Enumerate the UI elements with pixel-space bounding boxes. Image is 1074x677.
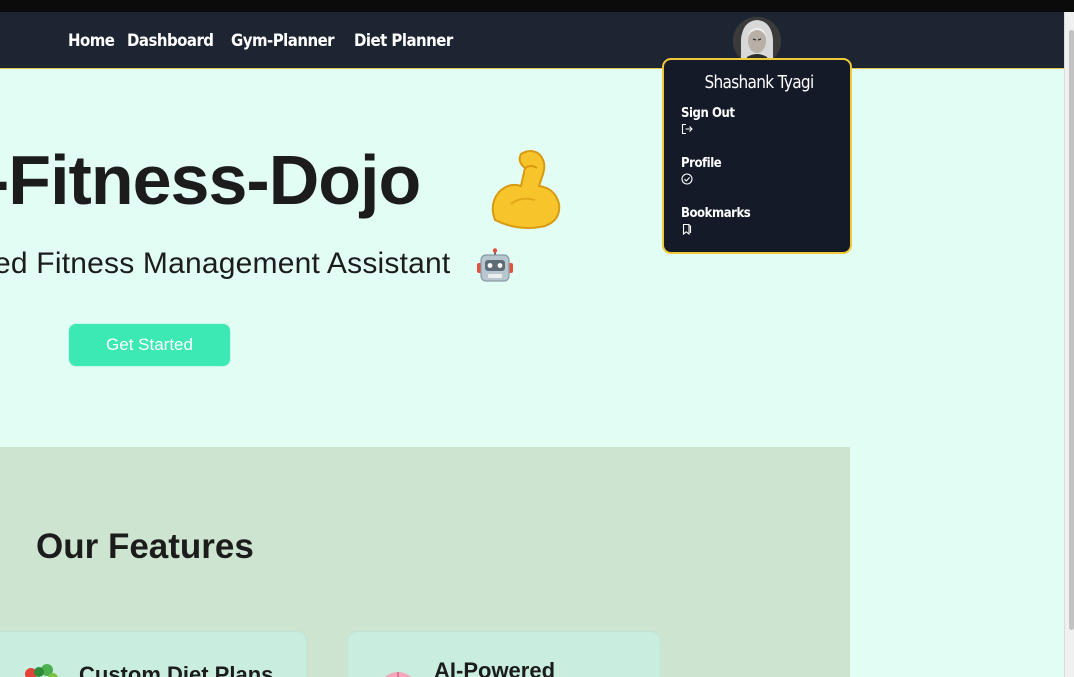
menu-item-label: Sign Out bbox=[681, 106, 735, 121]
robot-icon bbox=[477, 248, 513, 282]
salad-icon bbox=[25, 664, 58, 677]
feature-card-ai[interactable]: AI-Powered bbox=[347, 631, 661, 677]
menu-item-profile[interactable]: Profile bbox=[681, 156, 726, 185]
navbar: Home Dashboard Gym-Planner Diet Planner bbox=[0, 12, 1074, 69]
features-section: Our Features Custom Diet Plans AI-Powere… bbox=[0, 447, 850, 677]
menu-item-label: Bookmarks bbox=[681, 206, 751, 221]
feature-card-diet[interactable]: Custom Diet Plans bbox=[0, 631, 307, 677]
brain-icon bbox=[384, 672, 412, 677]
browser-top-strip bbox=[0, 0, 1074, 12]
features-title: Our Features bbox=[36, 527, 254, 566]
flexed-biceps-icon bbox=[491, 150, 561, 229]
nav-link-home[interactable]: Home bbox=[68, 31, 115, 51]
nav-link-gym-planner[interactable]: Gym-Planner bbox=[231, 31, 335, 51]
hero-title: -Fitness-Dojo bbox=[0, 141, 421, 219]
user-name: Shashank Tyagi bbox=[704, 72, 814, 93]
scrollbar-thumb[interactable] bbox=[1069, 30, 1074, 630]
feature-card-title: AI-Powered bbox=[434, 658, 556, 677]
feature-card-title: Custom Diet Plans bbox=[79, 662, 274, 677]
check-circle-icon bbox=[681, 173, 693, 185]
menu-item-label: Profile bbox=[681, 156, 722, 171]
menu-item-sign-out[interactable]: Sign Out bbox=[681, 106, 740, 135]
hero-subtitle: ed Fitness Management Assistant bbox=[0, 247, 451, 280]
menu-item-bookmarks[interactable]: Bookmarks bbox=[681, 206, 758, 235]
get-started-button[interactable]: Get Started bbox=[68, 323, 231, 367]
nav-link-dashboard[interactable]: Dashboard bbox=[127, 31, 214, 51]
user-dropdown-menu: Shashank Tyagi Sign Out Profile Bookmark… bbox=[662, 58, 852, 254]
nav-link-diet-planner[interactable]: Diet Planner bbox=[354, 31, 453, 51]
nav-links: Home Dashboard Gym-Planner Diet Planner bbox=[68, 12, 456, 69]
sign-out-icon bbox=[681, 123, 693, 135]
bookmark-icon bbox=[682, 223, 692, 235]
